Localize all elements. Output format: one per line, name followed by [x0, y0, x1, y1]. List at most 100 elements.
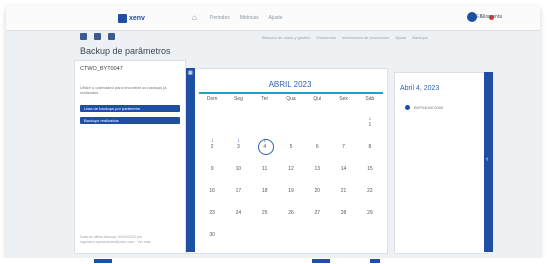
- app-logo[interactable]: xenv: [118, 13, 145, 23]
- calendar-day[interactable]: 10: [225, 160, 251, 182]
- calendar-day[interactable]: 28: [330, 204, 356, 226]
- avatar: [466, 12, 477, 22]
- event-dot-icon: [405, 105, 410, 110]
- calendar-day[interactable]: 23: [199, 204, 225, 226]
- bottom-strip: [0, 258, 547, 264]
- nav-item-metricas[interactable]: Métricas: [240, 15, 259, 21]
- day-number: 7: [342, 144, 345, 150]
- home-icon[interactable]: ⌂: [192, 14, 200, 22]
- calendar-day[interactable]: ↓ 1: [357, 116, 383, 138]
- top-navbar: xenv ⌂ Periodos Métricas Ajuste ES Kilom…: [6, 6, 540, 31]
- breadcrumb-item[interactable]: Estaciones: [316, 35, 336, 40]
- day-number: 3: [237, 144, 240, 150]
- calendar-month-label[interactable]: ABRIL 2023: [195, 80, 385, 89]
- weekday-label: Sex: [339, 96, 348, 102]
- footer-mark: [370, 259, 380, 263]
- calendar-day[interactable]: ↓ 2: [199, 138, 225, 160]
- event-label: BKP04040 0000: [414, 105, 444, 110]
- calendar-day[interactable]: 30: [199, 226, 225, 248]
- calendar-day-empty: [278, 116, 304, 138]
- calendar-day[interactable]: 22: [357, 182, 383, 204]
- day-number: 15: [367, 166, 373, 172]
- control-id: CTWO_BYT0047: [80, 66, 123, 72]
- calendar-day[interactable]: 24: [225, 204, 251, 226]
- weekday-label: Qui: [313, 96, 322, 102]
- menu-icon[interactable]: [80, 33, 87, 40]
- calendar-day[interactable]: 13: [304, 160, 330, 182]
- calendar-day[interactable]: 9: [199, 160, 225, 182]
- day-number: 24: [235, 210, 242, 216]
- grid-icon[interactable]: [108, 33, 115, 40]
- backup-marker-icon: ↓: [263, 138, 267, 144]
- calendar-day[interactable]: 29: [357, 204, 383, 226]
- calendar-day-empty: [304, 116, 330, 138]
- main-nav: ⌂ Periodos Métricas Ajuste: [192, 14, 283, 22]
- calendar-day[interactable]: 12: [278, 160, 304, 182]
- calendar-day[interactable]: 25: [252, 204, 278, 226]
- day-number: 13: [314, 166, 321, 172]
- day-number: 16: [209, 188, 215, 194]
- breadcrumb-item[interactable]: Ajuste: [395, 35, 406, 40]
- breadcrumb-item: Backups: [412, 35, 428, 40]
- breadcrumb-item[interactable]: Información de producción: [342, 35, 389, 40]
- calendar-day[interactable]: 8: [357, 138, 383, 160]
- calendar-day-empty: [252, 116, 278, 138]
- nav-item-periodos[interactable]: Periodos: [210, 15, 230, 21]
- list-backups-button[interactable]: Lista de backups por parâmetro: [80, 105, 180, 112]
- last-backup-info: Data do último backup: 04/04/2023 por in…: [80, 235, 151, 244]
- grid-icon[interactable]: ▦: [188, 71, 193, 76]
- day-number: 18: [261, 188, 268, 194]
- calendar-day[interactable]: 6: [304, 138, 330, 160]
- weekday-label: Dom: [206, 96, 218, 102]
- day-number: 19: [288, 188, 294, 194]
- day-number: 11: [262, 166, 268, 172]
- day-number: 9: [210, 166, 214, 172]
- day-number: 6: [315, 144, 319, 150]
- layers-icon[interactable]: [94, 33, 101, 40]
- day-number: 27: [314, 210, 321, 216]
- user-menu[interactable]: Kilomenta: [466, 12, 502, 22]
- calendar-day[interactable]: 19: [278, 182, 304, 204]
- nav-item-ajuste[interactable]: Ajuste: [269, 15, 283, 21]
- calendar-day[interactable]: 27: [304, 204, 330, 226]
- calendar-day[interactable]: 21: [330, 182, 356, 204]
- details-collapse-bar[interactable]: ‹: [484, 72, 493, 252]
- calendar-day[interactable]: 26: [278, 204, 304, 226]
- day-number: 21: [340, 188, 347, 194]
- backup-event-item[interactable]: BKP04040 0000: [405, 105, 443, 110]
- day-number: 17: [235, 188, 242, 194]
- toolbar-icons: [80, 33, 115, 40]
- day-number: 8: [368, 144, 372, 150]
- calendar-day[interactable]: 20: [304, 182, 330, 204]
- calendar-side-bar[interactable]: ▦: [186, 68, 195, 252]
- weekday-label: Sáb: [365, 96, 375, 102]
- calendar-day[interactable]: 15: [357, 160, 383, 182]
- footer-mark: [94, 259, 112, 263]
- chevron-left-icon[interactable]: ‹: [486, 156, 488, 163]
- day-number: 22: [367, 188, 373, 194]
- calendar-day[interactable]: ↓ 3: [225, 138, 251, 160]
- calendar-day[interactable]: 14: [330, 160, 356, 182]
- calendar-day[interactable]: 7: [330, 138, 356, 160]
- calendar-weekdays: Dom Seg Ter Qua Qui Sex Sáb: [199, 96, 383, 102]
- calendar-divider: [199, 92, 383, 94]
- breadcrumb: Bitácora de obras y gestión Estaciones I…: [262, 35, 428, 40]
- logo-text: xenv: [129, 14, 145, 22]
- day-number: 2: [210, 144, 214, 150]
- day-number: 1: [368, 122, 372, 128]
- calendar-day[interactable]: 11: [252, 160, 278, 182]
- backups-done-button[interactable]: Backups realizados: [80, 117, 180, 124]
- calendar-day[interactable]: 18: [252, 182, 278, 204]
- calendar-day[interactable]: 17: [225, 182, 251, 204]
- calendar-day[interactable]: 5: [278, 138, 304, 160]
- breadcrumb-item[interactable]: Bitácora de obras y gestión: [262, 35, 310, 40]
- page-title: Backup de parâmetros: [80, 46, 171, 56]
- sub-toolbar: Bitácora de obras y gestión Estaciones I…: [6, 30, 540, 44]
- day-number: 20: [314, 188, 321, 194]
- calendar-day[interactable]: 16: [199, 182, 225, 204]
- day-number: 12: [288, 166, 294, 172]
- user-name: Kilomenta: [479, 14, 502, 20]
- backup-marker-icon: ↓: [368, 116, 372, 122]
- calendar-day-empty: [330, 116, 356, 138]
- calendar-day[interactable]: ↓ 4: [252, 138, 278, 160]
